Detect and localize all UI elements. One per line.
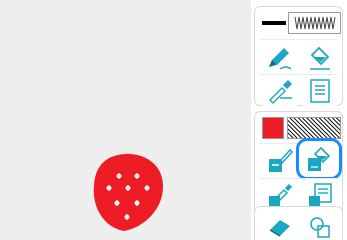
text-fill-icon: [309, 183, 332, 207]
fill-color-swatch[interactable]: [262, 117, 284, 139]
text-tool[interactable]: [302, 75, 338, 107]
fill-pattern-selector[interactable]: [287, 117, 341, 139]
brush-fill-icon: [269, 148, 294, 172]
bucket-fill-icon: [308, 146, 331, 171]
tool-palette: [251, 0, 347, 240]
eyedropper-icon: [269, 80, 292, 104]
pencil-tool[interactable]: [262, 42, 298, 74]
text-lines-icon: [310, 79, 330, 103]
bucket-fill-tool[interactable]: [301, 143, 337, 175]
drawing-canvas[interactable]: [0, 0, 251, 240]
zigzag-pattern-icon: [294, 16, 336, 30]
stroke-width-indicator[interactable]: [262, 21, 286, 25]
misc-tool-group: [254, 206, 343, 240]
dropper-fill-icon: [269, 184, 292, 207]
shapes-tool[interactable]: [302, 211, 338, 240]
stroke-style-selector[interactable]: [288, 12, 341, 34]
eraser-tool[interactable]: [262, 211, 298, 240]
canvas-drawing: [93, 153, 164, 231]
fill-bucket-tool[interactable]: [302, 42, 338, 74]
stroke-tool-group: [254, 6, 343, 107]
brush-fill-tool[interactable]: [262, 144, 298, 176]
eraser-icon: [269, 220, 290, 237]
eyedropper-tool[interactable]: [262, 75, 298, 107]
shapes-icon: [310, 217, 330, 238]
paint-bucket-icon: [310, 46, 330, 70]
pencil-icon: [269, 48, 292, 70]
strawberry-drawing: [93, 153, 164, 231]
fill-tool-group: [254, 111, 343, 214]
